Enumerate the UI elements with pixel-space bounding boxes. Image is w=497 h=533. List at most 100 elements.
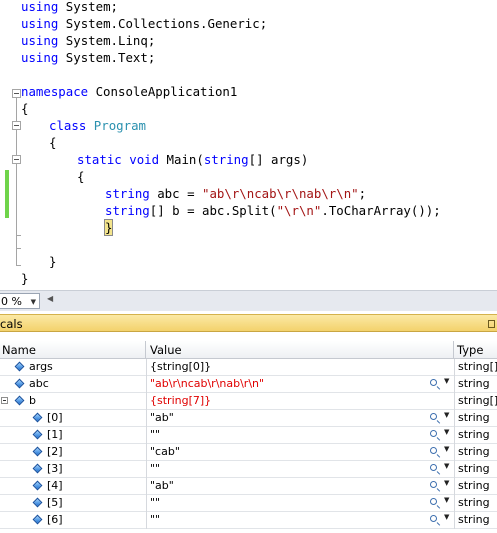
- code-token: namespace: [21, 84, 89, 99]
- code-line[interactable]: using System.Text;: [21, 49, 155, 66]
- collapse-class-icon[interactable]: [12, 121, 21, 130]
- code-line[interactable]: using System.Linq;: [21, 32, 155, 49]
- visualizer-dropdown-icon[interactable]: ▼: [444, 513, 449, 521]
- local-value[interactable]: "": [150, 512, 420, 528]
- magnifier-icon[interactable]: [430, 413, 437, 420]
- code-line[interactable]: class Program: [49, 117, 146, 134]
- locals-row[interactable]: abc "ab\r\ncab\r\nab\r\n" ▼ string: [0, 376, 497, 393]
- code-line[interactable]: {: [21, 100, 28, 117]
- locals-row[interactable]: b {string[7]} string[]: [0, 393, 497, 410]
- pin-icon[interactable]: [488, 320, 495, 328]
- locals-title-bar[interactable]: cals: [0, 314, 497, 332]
- code-line[interactable]: static void Main(string[] args): [77, 151, 308, 168]
- code-line[interactable]: }: [49, 253, 56, 270]
- code-token: using: [21, 0, 59, 14]
- scroll-left-icon[interactable]: ◀: [47, 294, 53, 303]
- column-separator: [454, 410, 455, 427]
- column-separator: [454, 393, 455, 410]
- visualizer-dropdown-icon[interactable]: ▼: [444, 428, 449, 436]
- local-type: string: [458, 377, 490, 390]
- column-header-value-label: Value: [150, 343, 182, 357]
- column-separator: [454, 478, 455, 495]
- column-separator: [146, 512, 147, 529]
- column-header-name[interactable]: Name: [0, 341, 146, 359]
- field-icon: [14, 378, 25, 389]
- visualizer-dropdown-icon[interactable]: ▼: [444, 377, 449, 385]
- column-separator: [454, 427, 455, 444]
- local-type: string: [458, 479, 490, 492]
- local-value[interactable]: {string[7]}: [150, 393, 420, 409]
- visualizer-dropdown-icon[interactable]: ▼: [444, 479, 449, 487]
- code-line[interactable]: {: [49, 134, 56, 151]
- field-icon: [14, 395, 25, 406]
- column-separator: [146, 359, 147, 376]
- visualizer-dropdown-icon[interactable]: ▼: [444, 411, 449, 419]
- local-value[interactable]: "ab": [150, 478, 420, 494]
- code-editor[interactable]: using System; using System.Collections.Ge…: [0, 0, 497, 290]
- code-line[interactable]: namespace ConsoleApplication1: [21, 83, 237, 100]
- collapse-method-icon[interactable]: [12, 155, 21, 164]
- magnifier-icon[interactable]: [430, 430, 437, 437]
- magnifier-icon[interactable]: [430, 379, 437, 386]
- code-token: ConsoleApplication1: [88, 84, 238, 99]
- column-header-value[interactable]: Value: [146, 341, 454, 359]
- column-header-type-label: Type: [457, 343, 484, 357]
- local-value[interactable]: "ab\r\ncab\r\nab\r\n": [150, 376, 420, 392]
- field-icon: [32, 514, 43, 525]
- locals-row[interactable]: [0] "ab" ▼ string: [0, 410, 497, 427]
- code-token: [] b = abc.Split(: [149, 203, 277, 218]
- locals-row[interactable]: [3] "" ▼ string: [0, 461, 497, 478]
- code-token: abc =: [149, 186, 202, 201]
- code-line[interactable]: using System;: [21, 0, 118, 15]
- code-line[interactable]: string abc = "ab\r\ncab\r\nab\r\n";: [105, 185, 366, 202]
- code-token: string: [203, 152, 249, 167]
- code-token: .ToCharArray());: [321, 203, 441, 218]
- local-value[interactable]: "": [150, 427, 420, 443]
- locals-row[interactable]: args {string[0]} string[]: [0, 359, 497, 376]
- outline-guide-end: [16, 265, 21, 266]
- magnifier-icon[interactable]: [430, 498, 437, 505]
- visualizer-dropdown-icon[interactable]: ▼: [444, 445, 449, 453]
- code-token: }: [21, 271, 29, 286]
- code-line[interactable]: using System.Collections.Generic;: [21, 15, 267, 32]
- magnifier-icon[interactable]: [430, 447, 437, 454]
- local-value[interactable]: "": [150, 461, 420, 477]
- local-name: args: [29, 360, 53, 373]
- collapse-toggle-icon[interactable]: [1, 397, 8, 404]
- magnifier-icon[interactable]: [430, 515, 437, 522]
- local-value[interactable]: "ab": [150, 410, 420, 426]
- code-token: using: [21, 50, 59, 65]
- locals-row[interactable]: [1] "" ▼ string: [0, 427, 497, 444]
- code-token: using: [21, 16, 59, 31]
- local-name: [6]: [47, 513, 63, 526]
- chevron-down-icon[interactable]: ▼: [31, 294, 36, 310]
- code-token: class: [49, 118, 87, 133]
- field-icon: [32, 497, 43, 508]
- locals-row[interactable]: [4] "ab" ▼ string: [0, 478, 497, 495]
- locals-row[interactable]: [5] "" ▼ string: [0, 495, 497, 512]
- local-type: string: [458, 445, 490, 458]
- column-header-type[interactable]: Type: [454, 341, 497, 359]
- outline-guide-class-end: [16, 248, 21, 249]
- local-name: b: [29, 394, 36, 407]
- code-line[interactable]: }: [21, 270, 28, 287]
- locals-row[interactable]: [6] "" ▼ string: [0, 512, 497, 529]
- field-icon: [32, 412, 43, 423]
- code-line[interactable]: {: [77, 168, 84, 185]
- code-line[interactable]: string[] b = abc.Split("\r\n".ToCharArra…: [105, 202, 441, 219]
- local-name: abc: [29, 377, 49, 390]
- zoom-dropdown[interactable]: 0 % ▼: [0, 293, 40, 309]
- magnifier-icon[interactable]: [430, 464, 437, 471]
- visualizer-dropdown-icon[interactable]: ▼: [444, 462, 449, 470]
- code-line[interactable]: }: [103, 219, 114, 236]
- local-value[interactable]: {string[0]}: [150, 359, 420, 375]
- local-value[interactable]: "": [150, 495, 420, 511]
- code-token: {: [49, 135, 57, 150]
- local-value[interactable]: "cab": [150, 444, 420, 460]
- code-token: string: [105, 203, 150, 218]
- locals-row[interactable]: [2] "cab" ▼ string: [0, 444, 497, 461]
- magnifier-icon[interactable]: [430, 481, 437, 488]
- visualizer-dropdown-icon[interactable]: ▼: [444, 496, 449, 504]
- local-name: [4]: [47, 479, 63, 492]
- local-type: string: [458, 496, 490, 509]
